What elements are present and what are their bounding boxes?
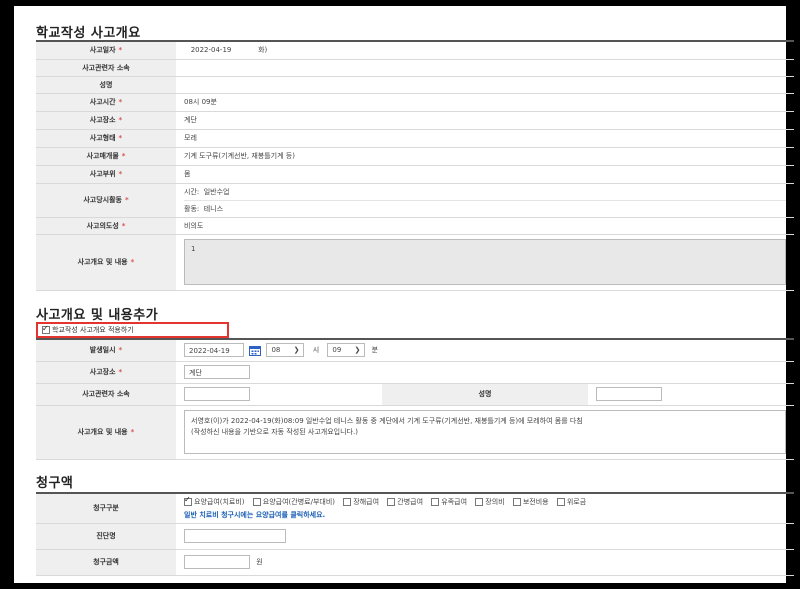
value-add-summary-cell: 서영호(이)가 2022-04-19(화)08:09 일반수업 테니스 활동 중… [176, 405, 794, 460]
label-diagnosis: 진단명 [36, 523, 176, 550]
value-accident-part: 몸 [176, 165, 794, 184]
label-accident-activity: 사고당시활동 * [36, 183, 176, 218]
checkbox-icon[interactable] [431, 497, 440, 506]
checkbox-icon[interactable] [475, 497, 484, 506]
checkbox-icon[interactable] [556, 497, 565, 506]
label-accident-time: 사고시간 * [36, 93, 176, 112]
value-accident-date: 2022-04-19 화) [176, 40, 794, 60]
diagnosis-input[interactable] [184, 529, 286, 543]
value-diagnosis [176, 523, 794, 550]
value-accident-place: 계단 [176, 111, 794, 130]
label-add-place: 사고장소 * [36, 361, 176, 384]
value-accident-intent: 비의도 [176, 217, 794, 235]
claim-option-care[interactable]: 간병급여 [387, 497, 423, 507]
label-add-name: 성명 [382, 383, 588, 406]
accident-summary-textarea: 1 [184, 239, 786, 285]
chevron-down-icon: ❯ [354, 346, 361, 355]
name-input[interactable] [596, 387, 662, 401]
claim-option-consolation[interactable]: 위로금 [556, 497, 586, 507]
value-accident-activity: 시간: 일반수업 활동: 테니스 [176, 183, 794, 218]
claim-option-disability[interactable]: 장해급여 [343, 497, 379, 507]
claim-option-survivor[interactable]: 유족급여 [431, 497, 467, 507]
school-summary-table: 사고일자 * 2022-04-19 화) 사고관련자 소속 성명 사고시간 * 08… [36, 40, 794, 291]
label-accident-intent: 사고의도성 * [36, 217, 176, 235]
chevron-down-icon: ❯ [293, 346, 300, 355]
minute-unit: 분 [371, 346, 379, 355]
label-claim-amount: 청구금액 [36, 549, 176, 576]
checkbox-icon[interactable] [387, 497, 396, 506]
page: 학교작성 사고개요 사고일자 * 2022-04-19 화) 사고관련자 소속 성… [14, 6, 794, 583]
value-accident-type: 모레 [176, 129, 794, 148]
claim-option-preservation[interactable]: 보전비용 [512, 497, 549, 507]
section-title-add-summary: 사고개요 및 내용추가 [36, 308, 159, 323]
claim-note: 일반 치료비 청구시에는 요양급여를 클릭하세요. [184, 510, 326, 519]
hour-select[interactable]: 08 ❯ [266, 343, 305, 358]
claim-option-nursing-fee[interactable]: 요양급여(간병료/부대비) [252, 497, 335, 507]
checkbox-icon[interactable] [42, 323, 50, 335]
section-title-school-summary: 학교작성 사고개요 [36, 26, 141, 41]
claim-option-funeral[interactable]: 장의비 [475, 497, 505, 507]
value-name [176, 76, 794, 94]
calendar-icon[interactable] [249, 345, 262, 356]
activity-act: 활동: 테니스 [184, 199, 786, 217]
place-input[interactable]: 계단 [184, 365, 250, 379]
minute-select[interactable]: 09 ❯ [327, 343, 366, 358]
checkbox-icon[interactable] [252, 497, 261, 506]
value-claim-amount: 원 [176, 549, 794, 576]
claim-option-medical[interactable]: 요양급여(치료비) [184, 495, 245, 507]
value-claim-type: 요양급여(치료비) 요양급여(간병료/부대비) 장해급여 간병급여 유족급여 장… [176, 492, 794, 524]
occurred-date-input[interactable]: 2022-04-19 [184, 343, 244, 358]
label-accident-medium: 사고매개물 * [36, 147, 176, 166]
value-add-affiliation [176, 383, 382, 406]
label-accident-place: 사고장소 * [36, 111, 176, 130]
apply-school-summary-label: 학교작성 사고개요 적용하기 [52, 326, 134, 334]
label-accident-date: 사고일자 * [36, 40, 176, 60]
value-add-place: 계단 [176, 361, 794, 384]
label-add-summary: 사고개요 및 내용 * [36, 405, 176, 460]
claim-type-options: 요양급여(치료비) 요양급여(간병료/부대비) 장해급여 간병급여 유족급여 장… [184, 495, 786, 507]
value-occurred-datetime: 2022-04-19 08 ❯ 시 09 ❯ 분 [176, 338, 794, 362]
claim-table: 청구구분 요양급여(치료비) 요양급여(간병료/부대비) 장해급여 간병급여 유… [36, 492, 794, 576]
apply-school-summary-checkbox[interactable]: 학교작성 사고개요 적용하기 [36, 322, 229, 338]
value-accident-time: 08시 09분 [176, 93, 794, 112]
label-related-affiliation: 사고관련자 소속 [36, 59, 176, 77]
label-name: 성명 [36, 76, 176, 94]
add-summary-textarea[interactable]: 서영호(이)가 2022-04-19(화)08:09 일반수업 테니스 활동 중… [184, 410, 786, 454]
label-accident-part: 사고부위 * [36, 165, 176, 184]
affiliation-input[interactable] [184, 387, 250, 401]
claim-amount-input[interactable] [184, 555, 250, 569]
add-summary-table: 발생일시 * 2022-04-19 08 ❯ 시 09 ❯ 분 사고장소 * 계단 사고… [36, 338, 794, 460]
summary-line-2: (작성하신 내용을 기반으로 자동 작성된 사고개요입니다.) [191, 428, 358, 436]
activity-time: 시간: 일반수업 [184, 187, 230, 196]
hour-unit: 시 [312, 346, 320, 355]
checkbox-icon[interactable] [512, 497, 521, 506]
summary-line-1: 서영호(이)가 2022-04-19(화)08:09 일반수업 테니스 활동 중… [191, 417, 583, 425]
label-occurred-datetime: 발생일시 * [36, 338, 176, 362]
section-title-claim: 청구액 [36, 476, 74, 491]
claim-amount-unit: 원 [256, 558, 263, 566]
label-add-affiliation: 사고관련자 소속 [36, 383, 176, 406]
value-accident-medium: 기계 도구류(기계선반, 재봉틀기계 등) [176, 147, 794, 166]
value-related-affiliation [176, 59, 794, 77]
label-accident-summary: 사고개요 및 내용 * [36, 234, 176, 291]
checkbox-icon[interactable] [343, 497, 352, 506]
label-claim-type: 청구구분 [36, 492, 176, 524]
value-accident-summary-cell: 1 [176, 234, 794, 291]
label-accident-type: 사고형태 * [36, 129, 176, 148]
checkbox-icon[interactable] [184, 495, 192, 506]
value-add-name [588, 383, 794, 406]
